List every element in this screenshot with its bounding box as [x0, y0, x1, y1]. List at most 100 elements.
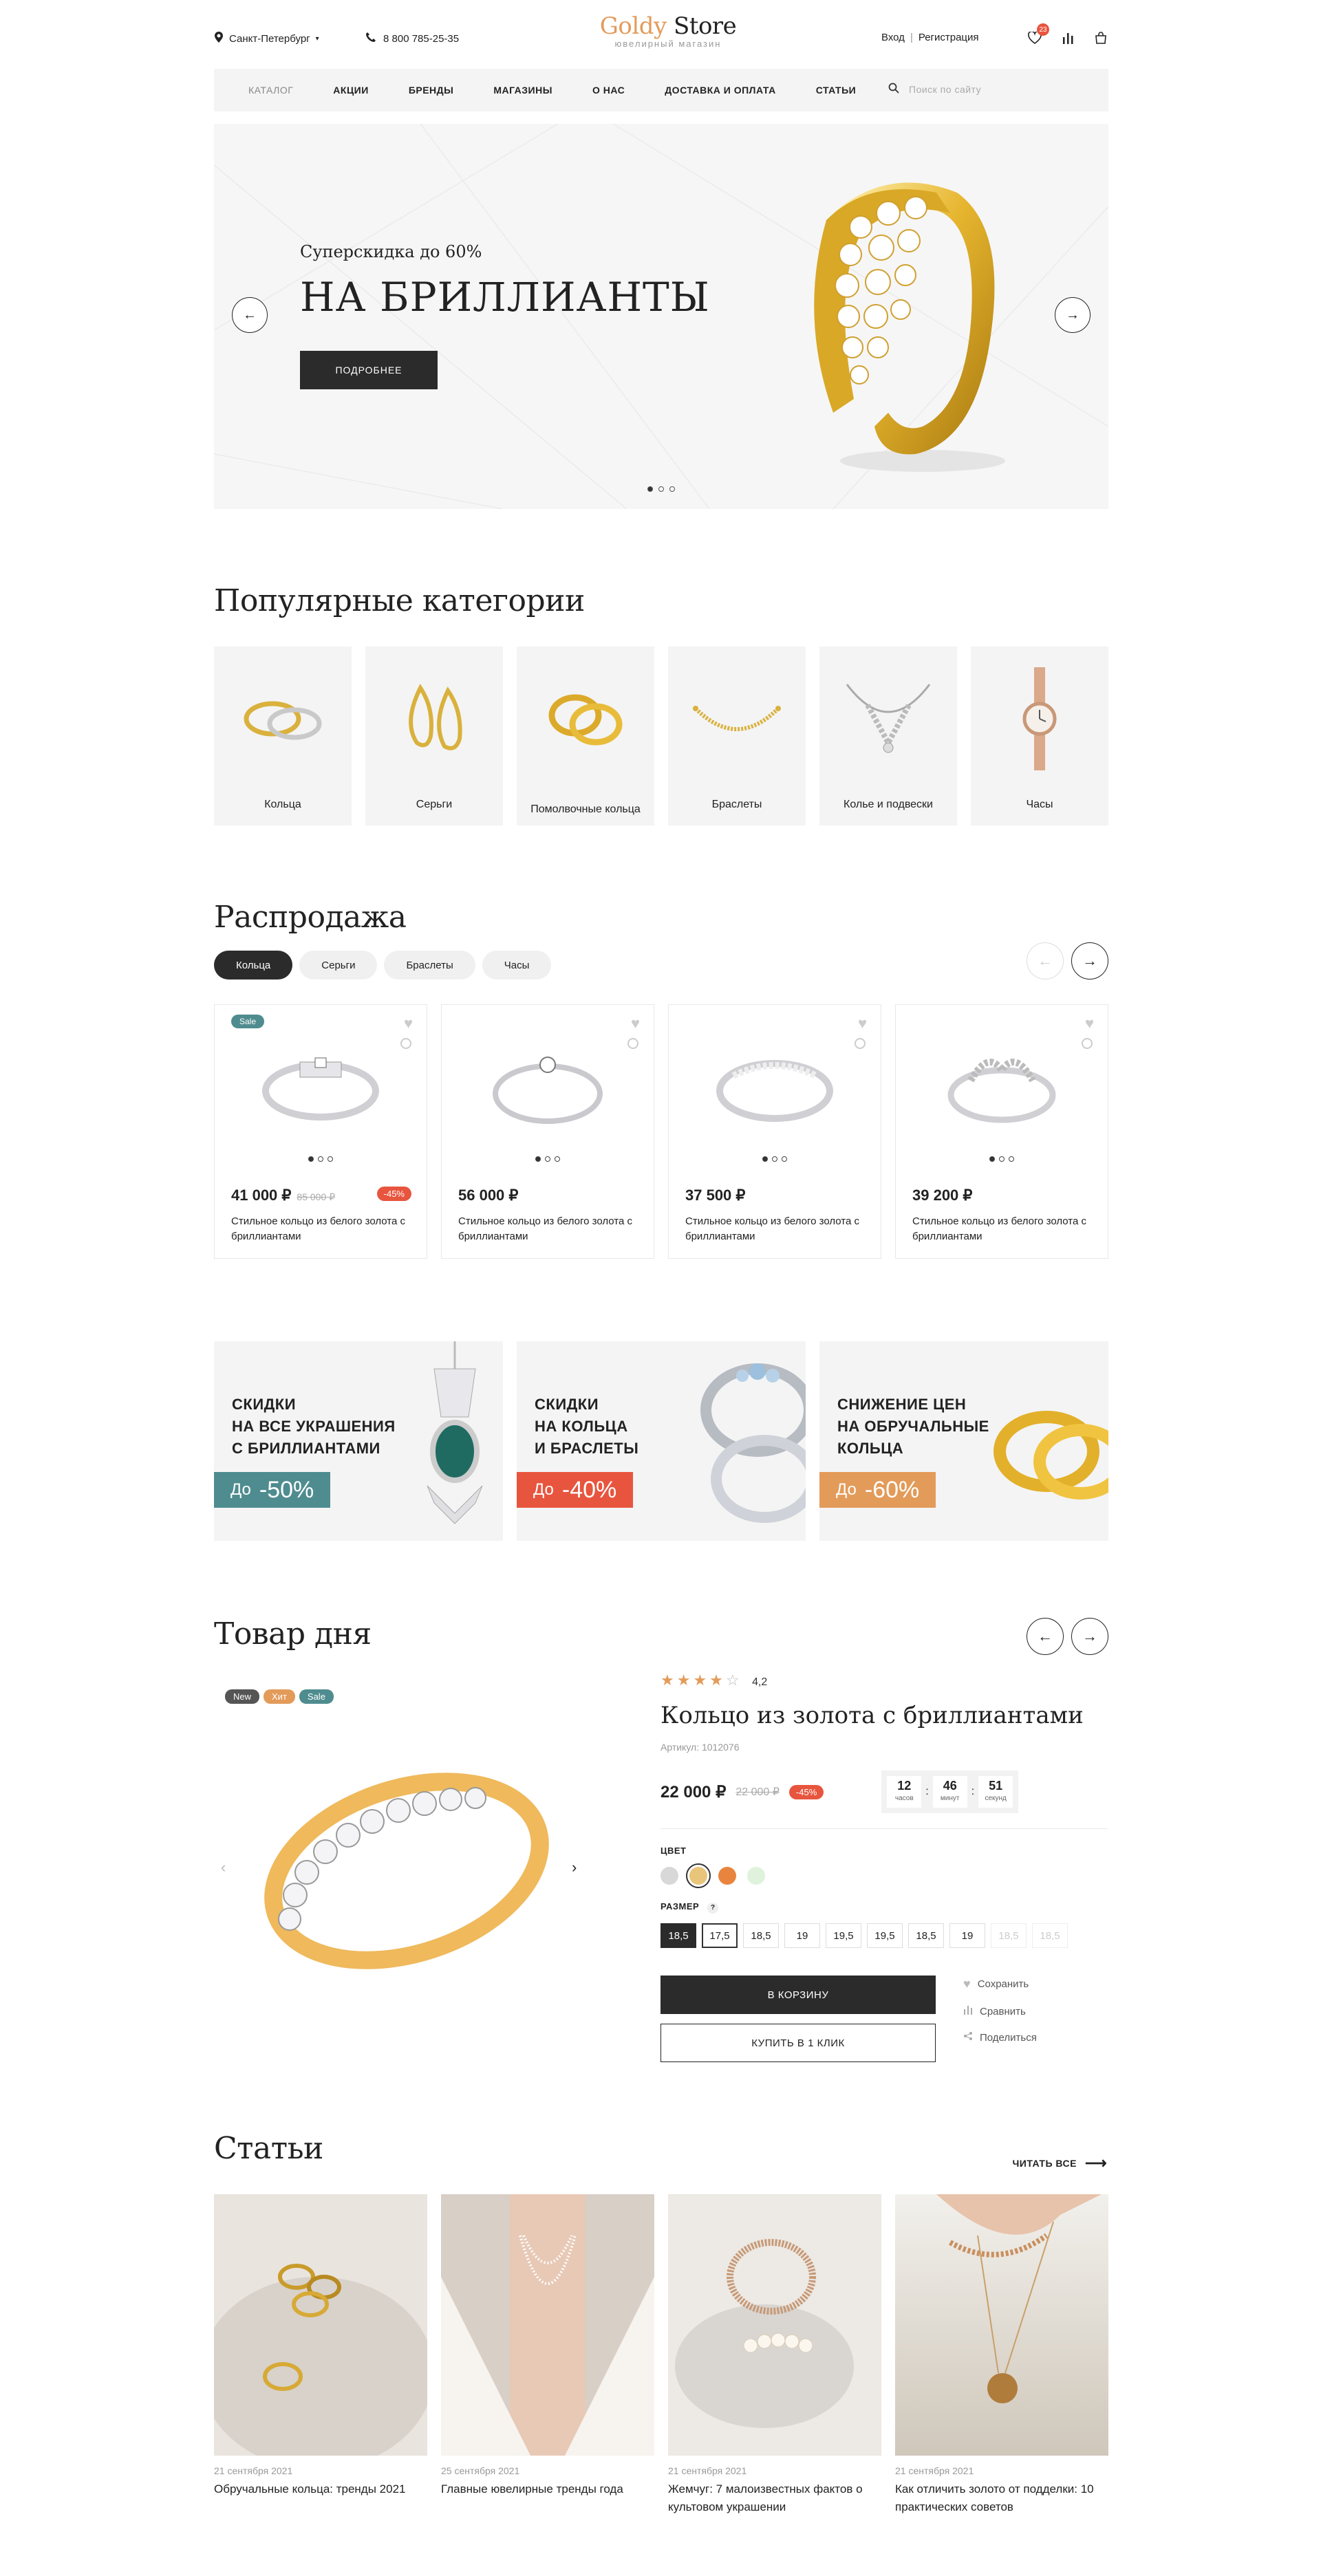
- filter-watches[interactable]: Часы: [482, 951, 552, 979]
- compare-action[interactable]: Сравнить: [963, 2005, 1037, 2017]
- search-placeholder: Поиск по сайту: [909, 83, 982, 95]
- phone-link[interactable]: 8 800 785-25-35: [365, 32, 459, 45]
- product-description: Стильное кольцо из белого золота с брилл…: [458, 1215, 633, 1242]
- size-option[interactable]: 18,5: [743, 1923, 779, 1948]
- product-sku: Артикул: 1012076: [660, 1742, 740, 1753]
- filter-rings[interactable]: Кольца: [214, 951, 293, 979]
- city-selector[interactable]: Санкт-Петербург ▾: [214, 32, 319, 45]
- nav-catalog[interactable]: КАТАЛОГ: [248, 85, 293, 96]
- category-necklaces[interactable]: Колье и подвески: [819, 647, 957, 825]
- sale-filters: Кольца Серьги Браслеты Часы: [214, 951, 1108, 979]
- category-engagement-rings[interactable]: Помолвочные кольца: [517, 647, 654, 825]
- add-to-cart-button[interactable]: В КОРЗИНУ: [660, 1976, 936, 2014]
- arrow-left-icon: ←: [1038, 952, 1053, 969]
- category-rings[interactable]: Кольца: [214, 647, 352, 825]
- color-swatch-rose[interactable]: [718, 1867, 736, 1885]
- timer-seconds: 51 секунд: [978, 1776, 1013, 1808]
- color-swatch-silver[interactable]: [660, 1867, 678, 1885]
- promo-diamonds[interactable]: СКИДКИ НА ВСЕ УКРАШЕНИЯ С БРИЛЛИАНТАМИ Д…: [214, 1341, 503, 1541]
- product-price: 41 000 ₽85 000 ₽: [231, 1187, 336, 1204]
- nav-about[interactable]: О НАС: [592, 85, 625, 96]
- login-link[interactable]: Вход: [881, 32, 905, 43]
- hero-next-button[interactable]: →: [1055, 297, 1091, 333]
- logo-tagline: ювелирный магазин: [614, 39, 722, 49]
- hero-prev-button[interactable]: ←: [232, 297, 268, 333]
- article-card[interactable]: 25 сентября 2021 Главные ювелирные тренд…: [441, 2194, 654, 2516]
- nav-brands[interactable]: БРЕНДЫ: [409, 85, 454, 96]
- heart-icon[interactable]: ♥: [631, 1015, 640, 1032]
- heart-icon[interactable]: ♥: [858, 1015, 867, 1032]
- color-swatch-green[interactable]: [747, 1867, 765, 1885]
- image-dots: [669, 1156, 881, 1162]
- cart-icon[interactable]: [1093, 30, 1108, 45]
- promo-rings-bracelets[interactable]: СКИДКИ НА КОЛЬЦА И БРАСЛЕТЫ До -40%: [517, 1341, 806, 1541]
- gallery-next-icon[interactable]: ›: [572, 1859, 577, 1876]
- size-option: 18,5: [1032, 1923, 1068, 1948]
- save-action[interactable]: ♥ Сохранить: [963, 1977, 1037, 1991]
- nav-promos[interactable]: АКЦИИ: [333, 85, 369, 96]
- product-card[interactable]: ♥ 39 200 ₽ Стильное кольцо из белого зол…: [895, 1004, 1108, 1259]
- color-swatch-gold[interactable]: [686, 1863, 711, 1888]
- pod-gallery: New Хит Sale ‹ ›: [214, 1678, 599, 2057]
- product-card[interactable]: Sale ♥ 41 000 ₽85 000 ₽ -45% Стильное ко…: [214, 1004, 427, 1259]
- search-input[interactable]: Поиск по сайту: [888, 83, 1060, 96]
- read-all-link[interactable]: ЧИТАТЬ ВСЕ ⟶: [1012, 2154, 1107, 2172]
- header-icons: 23: [1027, 23, 1108, 45]
- hero-dot-1[interactable]: [647, 486, 653, 492]
- size-option[interactable]: 18,5: [908, 1923, 944, 1948]
- article-title: Жемчуг: 7 малоизвестных фактов о культов…: [668, 2482, 863, 2513]
- size-option[interactable]: 19: [949, 1923, 985, 1948]
- category-earrings[interactable]: Серьги: [365, 647, 503, 825]
- heart-icon[interactable]: ♥: [404, 1015, 413, 1032]
- hero-dot-3[interactable]: [669, 486, 675, 492]
- article-title: Обручальные кольца: тренды 2021: [214, 2482, 406, 2496]
- divider: [660, 1828, 1108, 1829]
- article-card[interactable]: 21 сентября 2021 Обручальные кольца: тре…: [214, 2194, 427, 2516]
- size-option[interactable]: 18,5: [660, 1923, 696, 1948]
- engagement-rings-image: [517, 660, 654, 777]
- top-header: Санкт-Петербург ▾ 8 800 785-25-35 Goldy …: [214, 0, 1108, 69]
- buy-one-click-button[interactable]: КУПИТЬ В 1 КЛИК: [660, 2024, 936, 2062]
- sale-products: Sale ♥ 41 000 ₽85 000 ₽ -45% Стильное ко…: [214, 1004, 1108, 1259]
- article-title: Как отличить золото от подделки: 10 прак…: [895, 2482, 1094, 2513]
- gallery-prev-icon[interactable]: ‹: [221, 1859, 226, 1876]
- category-bracelets[interactable]: Браслеты: [668, 647, 806, 825]
- rings-image: [214, 660, 352, 777]
- filter-earrings[interactable]: Серьги: [299, 951, 378, 979]
- pod-prev-button[interactable]: ←: [1027, 1618, 1064, 1655]
- promo-wedding-rings[interactable]: СНИЖЕНИЕ ЦЕН НА ОБРУЧАЛЬНЫЕ КОЛЬЦА До -60…: [819, 1341, 1108, 1541]
- earrings-image: [365, 660, 503, 777]
- category-label: Кольца: [264, 799, 301, 810]
- category-watches[interactable]: Часы: [971, 647, 1108, 825]
- hero-pagination: [647, 486, 675, 492]
- article-image: [441, 2194, 654, 2456]
- article-image: [668, 2194, 881, 2456]
- article-card[interactable]: 21 сентября 2021 Жемчуг: 7 малоизвестных…: [668, 2194, 881, 2516]
- compare-icon[interactable]: [1060, 30, 1075, 45]
- article-date: 21 сентября 2021: [214, 2465, 293, 2476]
- sale-next-button[interactable]: →: [1071, 942, 1108, 979]
- site-logo[interactable]: Goldy Store ювелирный магазин: [599, 12, 737, 49]
- size-option[interactable]: 19,5: [867, 1923, 903, 1948]
- share-action[interactable]: Поделиться: [963, 2031, 1037, 2044]
- filter-bracelets[interactable]: Браслеты: [384, 951, 475, 979]
- heart-icon[interactable]: ♥: [1085, 1015, 1094, 1032]
- register-link[interactable]: Регистрация: [919, 32, 979, 43]
- nav-stores[interactable]: МАГАЗИНЫ: [493, 85, 552, 96]
- rating-stars: ★★★★☆: [660, 1671, 742, 1689]
- help-icon[interactable]: ?: [707, 1903, 719, 1914]
- article-card[interactable]: 21 сентября 2021 Как отличить золото от …: [895, 2194, 1108, 2516]
- sale-prev-button[interactable]: ←: [1027, 942, 1064, 979]
- product-card[interactable]: ♥ 37 500 ₽ Стильное кольцо из белого зол…: [668, 1004, 881, 1259]
- favorites-icon[interactable]: 23: [1027, 23, 1049, 45]
- product-card[interactable]: ♥ 56 000 ₽ Стильное кольцо из белого зол…: [441, 1004, 654, 1259]
- nav-articles[interactable]: СТАТЬИ: [816, 85, 857, 96]
- hero-more-button[interactable]: ПОДРОБНЕЕ: [300, 351, 438, 389]
- gold-rings-image: [994, 1411, 1108, 1500]
- size-option[interactable]: 19: [784, 1923, 820, 1948]
- pod-next-button[interactable]: →: [1071, 1618, 1108, 1655]
- size-option[interactable]: 17,5: [702, 1923, 738, 1948]
- size-option[interactable]: 19,5: [826, 1923, 861, 1948]
- hero-dot-2[interactable]: [658, 486, 664, 492]
- nav-delivery[interactable]: ДОСТАВКА И ОПЛАТА: [665, 85, 775, 96]
